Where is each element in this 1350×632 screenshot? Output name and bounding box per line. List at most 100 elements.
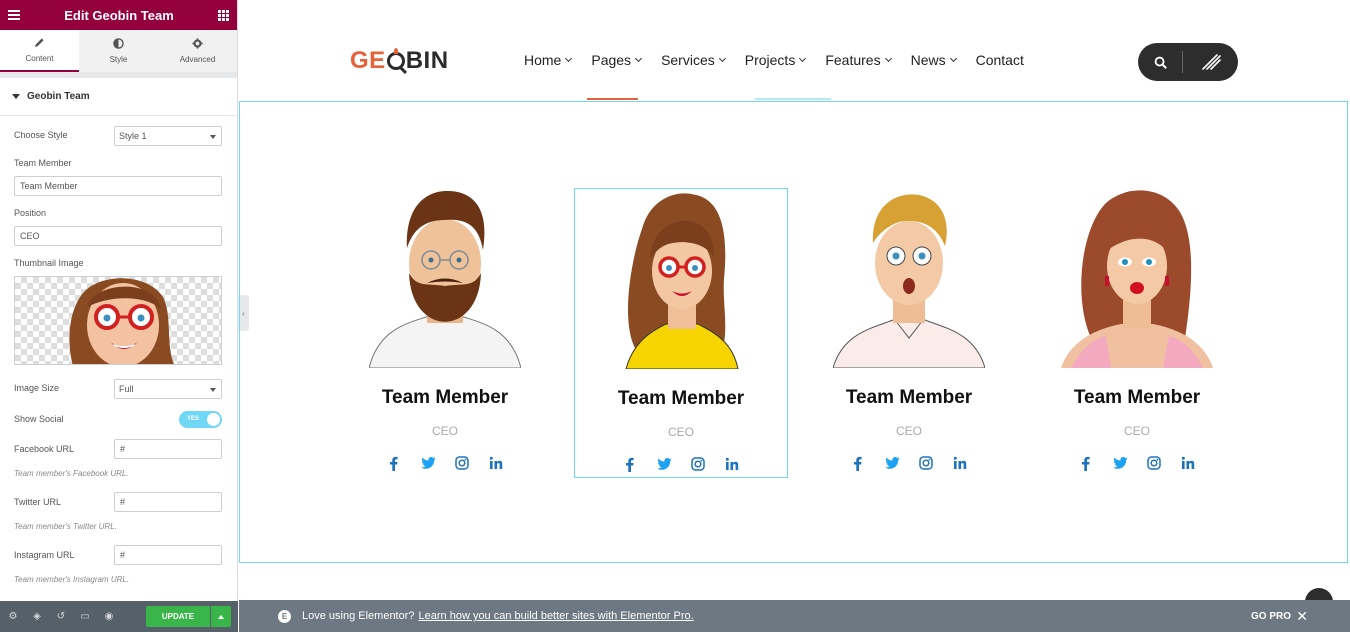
nav-label: Services [661, 52, 715, 68]
nav-item-services[interactable]: Services [661, 52, 726, 68]
show-social-toggle[interactable]: YES [179, 411, 222, 428]
nav-item-contact[interactable]: Contact [976, 52, 1024, 68]
linkedin-icon[interactable] [723, 455, 742, 473]
offcanvas-menu-button[interactable] [1183, 52, 1238, 72]
choose-style-select[interactable]: Style 1 [114, 126, 222, 146]
facebook-url-input[interactable]: # [114, 439, 222, 459]
thumbnail-image-picker[interactable] [14, 276, 222, 365]
linkedin-icon[interactable] [1179, 454, 1198, 472]
active-nav-indicator [587, 98, 638, 100]
twitter-icon[interactable] [655, 455, 674, 473]
pencil-icon [34, 37, 45, 51]
image-size-select[interactable]: Full [114, 379, 222, 399]
facebook-icon[interactable] [621, 455, 640, 473]
facebook-icon[interactable] [385, 454, 404, 472]
thumbnail-preview-image [69, 278, 175, 364]
chevron-down-icon [635, 54, 643, 62]
instagram-icon[interactable] [917, 454, 936, 472]
member-name: Team Member [1073, 387, 1201, 408]
toggle-knob [207, 413, 220, 426]
caret-down-icon [12, 94, 20, 99]
nav-item-home[interactable]: Home [524, 52, 573, 68]
nav-item-projects[interactable]: Projects [744, 52, 807, 68]
twitter-icon[interactable] [1111, 454, 1130, 472]
linkedin-icon[interactable] [951, 454, 970, 472]
chevron-down-icon [565, 54, 573, 62]
instagram-icon[interactable] [1145, 454, 1164, 472]
nav-item-features[interactable]: Features [825, 52, 892, 68]
site-preview: GE BIN Home Pages Services Projects Featu… [239, 0, 1350, 632]
panel-footer: ⚙ ◈ ↺ ▭ ◉ UPDATE [0, 601, 238, 632]
facebook-icon[interactable] [1077, 454, 1096, 472]
site-logo[interactable]: GE BIN [350, 47, 449, 75]
instagram-icon[interactable] [453, 454, 472, 472]
facebook-url-help: Team member's Facebook URL. [14, 469, 129, 478]
tab-content[interactable]: Content [0, 30, 79, 72]
nav-item-news[interactable]: News [911, 52, 957, 68]
responsive-mode-icon[interactable]: ▭ [80, 611, 90, 622]
promo-link[interactable]: Learn how you can build better sites wit… [419, 610, 694, 622]
widgets-grid-icon[interactable] [218, 9, 229, 21]
logo-text-start: GE [350, 47, 386, 74]
member-position: CEO [1123, 424, 1150, 438]
section-toggle[interactable]: Geobin Team [0, 78, 237, 116]
search-icon [1154, 56, 1167, 69]
tab-advanced-label: Advanced [179, 55, 216, 64]
slanted-menu-icon [1201, 54, 1221, 70]
position-input[interactable]: CEO [14, 226, 222, 246]
position-label: Position [14, 208, 47, 218]
nav-label: Projects [744, 52, 796, 68]
go-pro-link[interactable]: GO PRO [1251, 611, 1291, 622]
member-position: CEO [431, 424, 458, 438]
team-card[interactable]: Team Member CEO [338, 188, 552, 478]
team-photo-bearded-man [369, 188, 521, 368]
tab-content-label: Content [25, 54, 54, 63]
social-links [1030, 454, 1244, 472]
team-member-input[interactable]: Team Member [14, 176, 222, 196]
history-icon[interactable]: ↺ [56, 611, 66, 622]
team-photo-woman-red-glasses [606, 189, 758, 369]
member-position: CEO [895, 424, 922, 438]
tab-advanced[interactable]: Advanced [158, 30, 237, 72]
twitter-icon[interactable] [883, 454, 902, 472]
gear-icon [192, 38, 203, 52]
half-circle-icon [113, 38, 124, 52]
chevron-down-icon [949, 54, 957, 62]
instagram-icon[interactable] [689, 455, 708, 473]
update-button[interactable]: UPDATE [146, 606, 210, 627]
search-button[interactable] [1138, 56, 1182, 69]
settings-icon[interactable]: ⚙ [8, 611, 18, 622]
chevron-down-icon [210, 135, 216, 139]
panel-header: Edit Geobin Team [0, 0, 237, 30]
nav-label: Pages [591, 52, 632, 68]
menu-icon[interactable] [8, 10, 20, 20]
twitter-icon[interactable] [419, 454, 438, 472]
tab-style[interactable]: Style [79, 30, 158, 72]
team-card[interactable]: Team Member CEO [802, 188, 1016, 478]
navigator-layers-icon[interactable]: ◈ [32, 611, 42, 622]
team-card-selected[interactable]: Team Member CEO [574, 188, 788, 478]
close-icon[interactable]: ✕ [1296, 608, 1308, 625]
chevron-down-icon [799, 54, 807, 62]
toggle-state-label: YES [187, 416, 200, 422]
twitter-url-input[interactable]: # [114, 492, 222, 512]
linkedin-icon[interactable] [487, 454, 506, 472]
preview-eye-icon[interactable]: ◉ [104, 611, 114, 622]
nav-label: Features [825, 52, 881, 68]
nav-item-pages[interactable]: Pages [591, 52, 643, 68]
logo-mark-icon [386, 48, 405, 70]
elementor-panel: Edit Geobin Team Content Style Advanced … [0, 0, 238, 632]
update-options-button[interactable] [211, 606, 231, 627]
nav-label: Contact [975, 52, 1024, 68]
image-size-value: Full [119, 384, 134, 394]
instagram-url-input[interactable]: # [114, 545, 222, 565]
image-size-label: Image Size [14, 383, 60, 393]
tab-style-label: Style [109, 55, 128, 64]
thumbnail-label: Thumbnail Image [14, 258, 84, 268]
team-section[interactable]: Team Member CEO Team Member CEO Team Mem… [239, 101, 1348, 563]
team-card[interactable]: Team Member CEO [1030, 188, 1244, 478]
facebook-icon[interactable] [849, 454, 868, 472]
member-name: Team Member [381, 387, 509, 408]
caret-up-icon [218, 614, 224, 619]
main-navigation: Home Pages Services Projects Features Ne… [524, 52, 1044, 68]
